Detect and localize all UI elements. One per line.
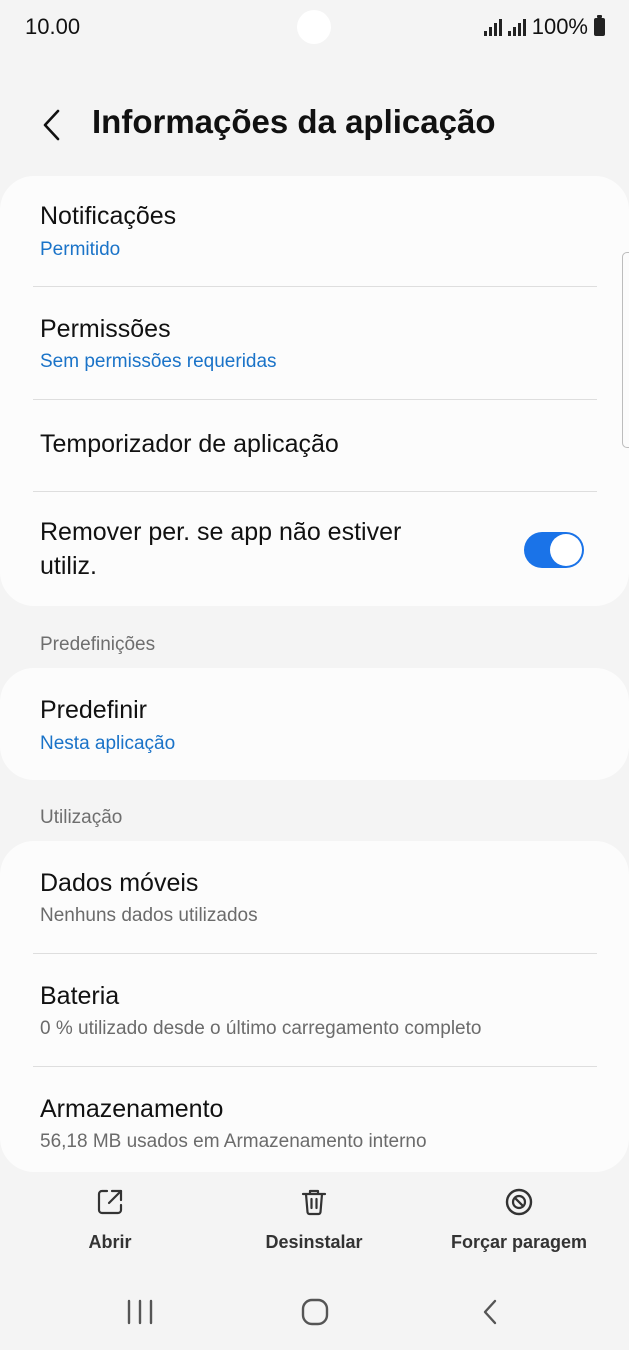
- open-label: Abrir: [88, 1232, 132, 1252]
- remove-permissions-line1: Remover per. se app não estiver: [40, 518, 402, 546]
- uninstall-label: Desinstalar: [265, 1232, 363, 1252]
- notifications-title: Notificações: [40, 202, 177, 230]
- remove-permissions-toggle[interactable]: [524, 532, 584, 568]
- status-icons: 100%: [483, 14, 605, 40]
- signal-icon-2: [507, 18, 526, 36]
- battery-status: 0 % utilizado desde o último carregament…: [40, 1018, 482, 1039]
- app-timer-item[interactable]: Temporizador de aplicação: [0, 400, 629, 491]
- open-button[interactable]: Abrir: [30, 1182, 190, 1262]
- camera-cutout: [297, 10, 331, 44]
- force-stop-button[interactable]: Forçar paragem: [439, 1182, 599, 1262]
- remove-permissions-line2: utiliz.: [40, 552, 97, 580]
- notifications-item[interactable]: Notificações Permitido: [0, 176, 629, 286]
- app-info-screen: 10.00 100% Informações da aplicação Noti…: [0, 0, 629, 1350]
- status-time: 10.00: [25, 14, 81, 39]
- section-label-defaults: Predefinições: [40, 634, 156, 655]
- page-title: Informações da aplicação: [92, 103, 496, 140]
- set-default-title: Predefinir: [40, 696, 147, 724]
- home-button[interactable]: [295, 1292, 335, 1332]
- set-default-item[interactable]: Predefinir Nesta aplicação: [0, 668, 629, 780]
- set-default-status: Nesta aplicação: [40, 733, 176, 754]
- app-timer-title: Temporizador de aplicação: [40, 430, 339, 458]
- permissions-item[interactable]: Permissões Sem permissões requeridas: [0, 287, 629, 399]
- storage-item[interactable]: Armazenamento 56,18 MB usados em Armazen…: [0, 1067, 629, 1172]
- storage-status: 56,18 MB usados em Armazenamento interno: [40, 1131, 427, 1152]
- nav-back-icon: [483, 1299, 497, 1325]
- force-stop-label: Forçar paragem: [450, 1232, 588, 1252]
- permissions-title: Permissões: [40, 315, 171, 343]
- mobile-data-item[interactable]: Dados móveis Nenhuns dados utilizados: [0, 841, 629, 953]
- signal-icon: [483, 18, 502, 36]
- toggle-knob: [550, 534, 582, 566]
- defaults-card: Predefinir Nesta aplicação: [0, 668, 629, 780]
- usage-card: Dados móveis Nenhuns dados utilizados Ba…: [0, 841, 629, 1172]
- bottom-action-bar: Abrir Desinstalar Forçar paragem: [0, 1182, 629, 1262]
- mobile-data-title: Dados móveis: [40, 869, 199, 897]
- remove-permissions-item[interactable]: Remover per. se app não estiver utiliz.: [0, 492, 629, 606]
- status-bar: 10.00 100%: [0, 0, 629, 55]
- open-external-icon: [97, 1189, 123, 1215]
- trash-icon: [301, 1189, 327, 1216]
- mobile-data-status: Nenhuns dados utilizados: [40, 905, 258, 926]
- storage-title: Armazenamento: [40, 1095, 224, 1123]
- notifications-status: Permitido: [40, 239, 121, 260]
- back-icon: [43, 109, 60, 141]
- battery-percent: 100%: [531, 14, 588, 39]
- battery-icon: [594, 15, 605, 36]
- section-label-usage: Utilização: [40, 807, 123, 828]
- recents-icon: [127, 1299, 153, 1325]
- scroll-indicator[interactable]: [622, 252, 629, 448]
- permissions-status: Sem permissões requeridas: [40, 351, 277, 372]
- nav-back-button[interactable]: [470, 1292, 510, 1332]
- system-nav-bar: [0, 1282, 629, 1342]
- app-settings-card: Notificações Permitido Permissões Sem pe…: [0, 176, 629, 606]
- battery-item[interactable]: Bateria 0 % utilizado desde o último car…: [0, 954, 629, 1066]
- back-button[interactable]: [34, 105, 74, 145]
- home-icon: [301, 1298, 329, 1326]
- uninstall-button[interactable]: Desinstalar: [234, 1182, 394, 1262]
- force-stop-icon: [505, 1188, 533, 1216]
- battery-title: Bateria: [40, 982, 120, 1010]
- recents-button[interactable]: [120, 1292, 160, 1332]
- app-bar: Informações da aplicação: [0, 95, 629, 155]
